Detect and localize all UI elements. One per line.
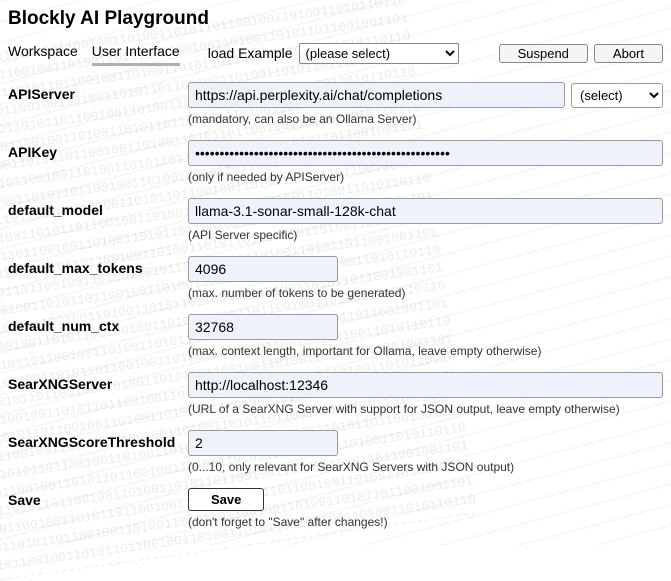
save-button[interactable]: Save (188, 488, 264, 511)
api-key-label: APIKey (8, 140, 188, 160)
tabs: Workspace User Interface (8, 40, 180, 66)
suspend-button[interactable]: Suspend (499, 44, 588, 63)
default-max-tokens-input[interactable] (188, 256, 338, 282)
searxng-score-threshold-label: SearXNGScoreThreshold (8, 430, 188, 450)
top-toolbar: Workspace User Interface load Example (p… (8, 40, 663, 66)
searxng-server-label: SearXNGServer (8, 372, 188, 392)
searxng-score-threshold-hint: (0...10, only relevant for SearXNG Serve… (188, 460, 663, 474)
api-server-select[interactable]: (select) (571, 83, 663, 108)
default-max-tokens-label: default_max_tokens (8, 256, 188, 276)
api-server-input[interactable] (188, 82, 565, 108)
default-model-hint: (API Server specific) (188, 228, 663, 242)
load-example-select[interactable]: (please select) (299, 43, 459, 64)
api-key-hint: (only if needed by APIServer) (188, 170, 663, 184)
api-key-input[interactable] (188, 140, 663, 166)
load-example-label: load Example (208, 45, 293, 61)
default-num-ctx-input[interactable] (188, 314, 338, 340)
tab-user-interface[interactable]: User Interface (92, 40, 180, 66)
tab-workspace[interactable]: Workspace (8, 40, 78, 66)
abort-button[interactable]: Abort (594, 44, 663, 63)
api-server-label: APIServer (8, 82, 188, 102)
api-server-hint: (mandatory, can also be an Ollama Server… (188, 112, 663, 126)
settings-form: APIServer (select) (mandatory, can also … (8, 82, 663, 529)
default-max-tokens-hint: (max. number of tokens to be generated) (188, 286, 663, 300)
page-title: Blockly AI Playground (8, 8, 663, 30)
default-num-ctx-label: default_num_ctx (8, 314, 188, 334)
searxng-score-threshold-input[interactable] (188, 430, 338, 456)
default-model-label: default_model (8, 198, 188, 218)
save-label: Save (8, 488, 188, 508)
searxng-server-input[interactable] (188, 372, 663, 398)
default-model-input[interactable] (188, 198, 663, 224)
searxng-server-hint: (URL of a SearXNG Server with support fo… (188, 402, 663, 416)
default-num-ctx-hint: (max. context length, important for Olla… (188, 344, 663, 358)
save-hint: (don't forget to "Save" after changes!) (188, 515, 663, 529)
